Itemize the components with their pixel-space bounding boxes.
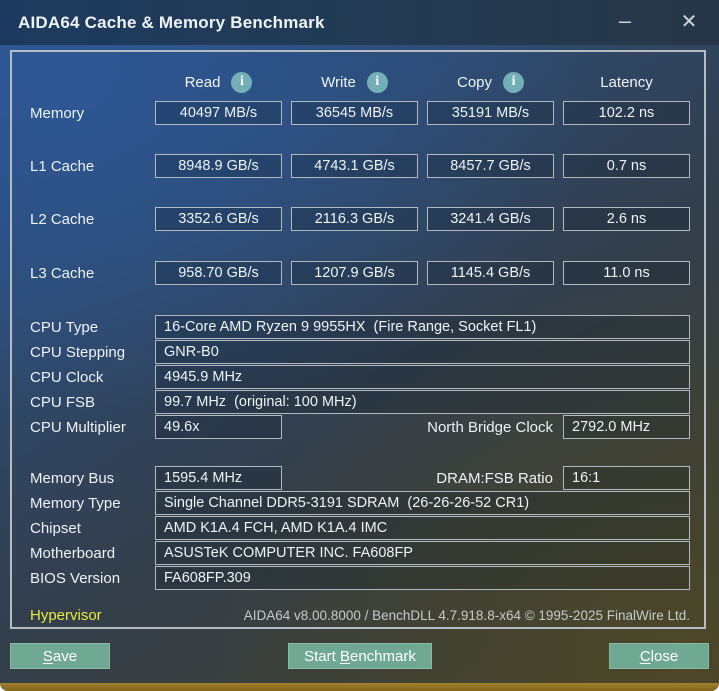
save-button[interactable]: Save bbox=[10, 643, 110, 669]
memory-write-value: 36545 MB/s bbox=[291, 101, 418, 125]
dram-fsb-ratio-value: 16:1 bbox=[563, 466, 690, 490]
memory-copy-value: 35191 MB/s bbox=[427, 101, 554, 125]
version-text: AIDA64 v8.00.8000 / BenchDLL 4.7.918.8-x… bbox=[243, 607, 690, 623]
memory-bus-label: Memory Bus bbox=[30, 469, 115, 487]
cpu-fsb-label: CPU FSB bbox=[30, 393, 96, 411]
close-label-accel: C bbox=[639, 647, 651, 665]
row-label-l3-cache: L3 Cache bbox=[30, 264, 95, 282]
memory-latency-value: 102.2 ns bbox=[563, 101, 690, 125]
l1-latency-value: 0.7 ns bbox=[563, 154, 690, 178]
north-bridge-clock-label: North Bridge Clock bbox=[427, 418, 553, 436]
chipset-label: Chipset bbox=[30, 519, 81, 537]
header-read-label: Read bbox=[184, 73, 221, 91]
l3-read-value: 958.70 GB/s bbox=[155, 261, 282, 285]
l2-write-value: 2116.3 GB/s bbox=[291, 207, 418, 231]
cpu-type-value: 16-Core AMD Ryzen 9 9955HX (Fire Range, … bbox=[155, 315, 690, 339]
header-latency: Latency bbox=[563, 70, 690, 94]
l2-latency-value: 2.6 ns bbox=[563, 207, 690, 231]
cpu-multiplier-label: CPU Multiplier bbox=[30, 418, 126, 436]
memory-type-value: Single Channel DDR5-3191 SDRAM (26-26-26… bbox=[155, 491, 690, 515]
close-icon: ✕ bbox=[680, 10, 698, 33]
read-info-icon[interactable]: i bbox=[231, 71, 253, 93]
save-label-post: ave bbox=[52, 647, 78, 665]
l2-copy-value: 3241.4 GB/s bbox=[427, 207, 554, 231]
motherboard-value: ASUSTeK COMPUTER INC. FA608FP bbox=[155, 541, 690, 565]
row-label-l2-cache: L2 Cache bbox=[30, 210, 95, 228]
cpu-multiplier-value: 49.6x bbox=[155, 415, 282, 439]
start-label-accel: B bbox=[339, 647, 350, 665]
memory-type-label: Memory Type bbox=[30, 494, 121, 512]
dram-fsb-ratio-label: DRAM:FSB Ratio bbox=[436, 469, 553, 487]
bottom-accent-strip bbox=[0, 683, 719, 691]
copy-info-icon[interactable]: i bbox=[503, 71, 525, 93]
header-latency-label: Latency bbox=[600, 73, 653, 91]
motherboard-label: Motherboard bbox=[30, 544, 116, 562]
row-label-l1-cache: L1 Cache bbox=[30, 157, 95, 175]
l1-write-value: 4743.1 GB/s bbox=[291, 154, 418, 178]
start-label-pre: Start bbox=[304, 647, 340, 665]
cpu-clock-label: CPU Clock bbox=[30, 368, 104, 386]
l1-read-value: 8948.9 GB/s bbox=[155, 154, 282, 178]
cpu-fsb-value: 99.7 MHz (original: 100 MHz) bbox=[155, 390, 690, 414]
cpu-type-label: CPU Type bbox=[30, 318, 99, 336]
l3-latency-value: 11.0 ns bbox=[563, 261, 690, 285]
memory-read-value: 40497 MB/s bbox=[155, 101, 282, 125]
cpu-stepping-label: CPU Stepping bbox=[30, 343, 126, 361]
chipset-value: AMD K1A.4 FCH, AMD K1A.4 IMC bbox=[155, 516, 690, 540]
bios-version-label: BIOS Version bbox=[30, 569, 121, 587]
write-info-icon[interactable]: i bbox=[366, 71, 388, 93]
start-benchmark-button[interactable]: Start Benchmark bbox=[288, 643, 432, 669]
l2-read-value: 3352.6 GB/s bbox=[155, 207, 282, 231]
header-read: Read i bbox=[155, 70, 282, 94]
close-button[interactable]: ✕ bbox=[672, 4, 706, 38]
l1-copy-value: 8457.7 GB/s bbox=[427, 154, 554, 178]
bios-version-value: FA608FP.309 bbox=[155, 566, 690, 590]
start-label-post: enchmark bbox=[350, 647, 416, 665]
titlebar: AIDA64 Cache & Memory Benchmark – ✕ bbox=[0, 0, 719, 45]
minimize-icon: – bbox=[618, 8, 632, 33]
header-write: Write i bbox=[291, 70, 418, 94]
header-write-label: Write bbox=[321, 73, 356, 91]
header-copy: Copy i bbox=[427, 70, 554, 94]
row-label-memory: Memory bbox=[30, 104, 85, 122]
minimize-button[interactable]: – bbox=[608, 4, 642, 38]
north-bridge-clock-value: 2792.0 MHz bbox=[563, 415, 690, 439]
close-label-post: lose bbox=[650, 647, 679, 665]
l3-write-value: 1207.9 GB/s bbox=[291, 261, 418, 285]
l3-copy-value: 1145.4 GB/s bbox=[427, 261, 554, 285]
window-title: AIDA64 Cache & Memory Benchmark bbox=[18, 12, 325, 32]
save-label-accel: S bbox=[42, 647, 53, 665]
cpu-stepping-value: GNR-B0 bbox=[155, 340, 690, 364]
hypervisor-label: Hypervisor bbox=[30, 606, 102, 624]
close-dialog-button[interactable]: Close bbox=[609, 643, 709, 669]
header-copy-label: Copy bbox=[456, 73, 493, 91]
memory-bus-value: 1595.4 MHz bbox=[155, 466, 282, 490]
benchmark-window: AIDA64 Cache & Memory Benchmark – ✕ Read… bbox=[0, 0, 719, 691]
cpu-clock-value: 4945.9 MHz bbox=[155, 365, 690, 389]
